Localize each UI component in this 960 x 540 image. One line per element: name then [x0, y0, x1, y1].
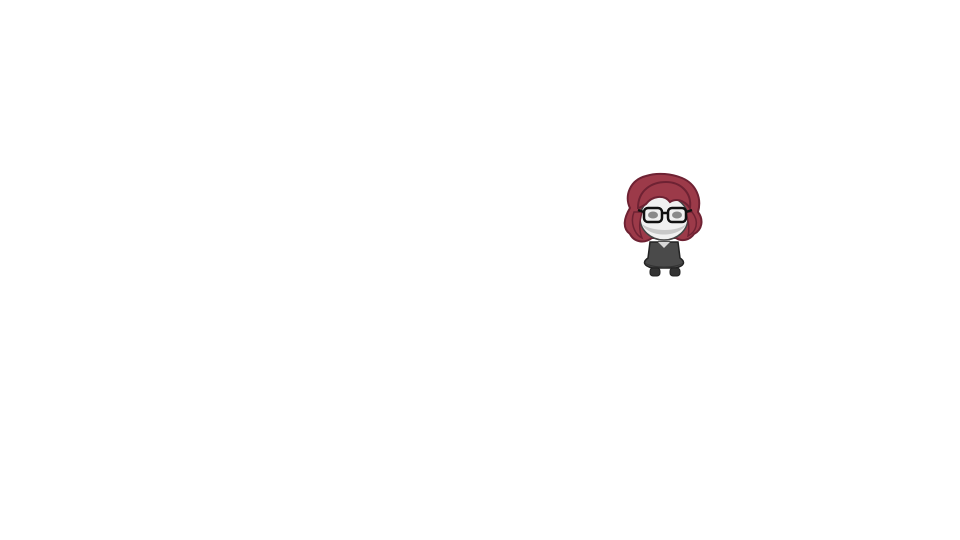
eye-right: [672, 211, 682, 219]
foot-right: [669, 267, 681, 277]
eye-left: [648, 211, 658, 219]
game-stage: [0, 0, 960, 540]
player-character-sprite[interactable]: [616, 168, 712, 280]
foot-left: [649, 267, 661, 277]
